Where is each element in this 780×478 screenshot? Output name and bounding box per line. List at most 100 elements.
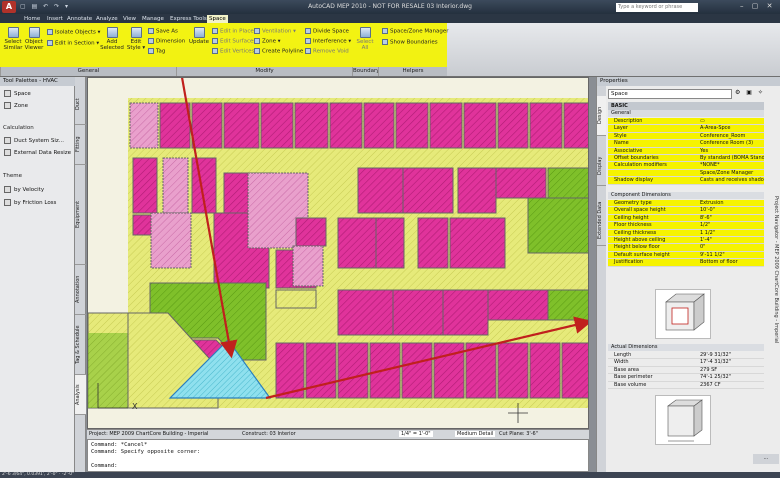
property-value[interactable]: 74'-1 25/32": [700, 374, 731, 380]
properties-resize-grip[interactable]: ⋯: [753, 454, 779, 464]
tab-extended-data[interactable]: Extended Data: [597, 196, 606, 246]
interference-button[interactable]: Interference ▾: [305, 38, 351, 45]
property-row[interactable]: Geometry type Extrusion: [608, 200, 764, 208]
palette-tab-equipment[interactable]: Equipment: [75, 165, 86, 265]
property-value[interactable]: By standard (BOMA Standa...: [700, 155, 764, 161]
property-row[interactable]: Shadow display Casts and receives shadows: [608, 177, 764, 185]
edit-vertices-button[interactable]: Edit Vertices: [212, 48, 254, 55]
palette-tab-tag-schedule[interactable]: Tag & Schedule: [75, 315, 86, 375]
property-row[interactable]: Offset boundaries By standard (BOMA Stand…: [608, 155, 764, 163]
remove-void-button[interactable]: Remove Void: [305, 48, 349, 55]
show-boundaries-button[interactable]: Show Boundaries: [382, 39, 438, 46]
scale-dropdown[interactable]: 1/4" = 1'-0": [399, 431, 433, 437]
palette-tab-duct[interactable]: Duct: [75, 85, 86, 125]
palette-item-duct-system-size[interactable]: Duct System Siz...: [4, 137, 64, 144]
tab-home[interactable]: Home: [22, 15, 42, 23]
dimension-button[interactable]: Dimension: [148, 38, 185, 45]
window-controls[interactable]: – ▢ ✕: [740, 2, 775, 10]
property-row[interactable]: Length 29'-9 31/32": [608, 352, 764, 360]
zone-button[interactable]: Zone ▾: [254, 38, 281, 45]
palette-tab-fitting[interactable]: Fitting: [75, 125, 86, 165]
search-input[interactable]: Type a keyword or phrase: [616, 3, 698, 12]
detail-level-dropdown[interactable]: Medium Detail: [455, 431, 496, 437]
edit-surfaces-button[interactable]: Edit Surfaces: [212, 38, 256, 45]
section-basic[interactable]: BASIC: [608, 102, 764, 110]
property-value[interactable]: ▭: [700, 118, 705, 124]
tag-button[interactable]: Tag: [148, 48, 165, 55]
property-row[interactable]: Description ▭: [608, 118, 764, 126]
palette-item-zone[interactable]: Zone: [4, 102, 28, 109]
property-value[interactable]: 17'-4 31/32": [700, 359, 731, 365]
property-row[interactable]: Style Conference_Room: [608, 132, 764, 141]
property-row[interactable]: Ceiling thickness 1 1/2": [608, 229, 764, 237]
tab-manage[interactable]: Manage: [140, 15, 166, 23]
tab-insert[interactable]: Insert: [45, 15, 65, 23]
property-value[interactable]: 29'-9 31/32": [700, 352, 731, 358]
tab-view[interactable]: View: [121, 15, 138, 23]
create-polyline-button[interactable]: Create Polyline: [254, 48, 303, 55]
property-value[interactable]: 8'-6": [700, 215, 712, 221]
tab-display[interactable]: Display: [597, 146, 606, 186]
property-value[interactable]: Conference_Room: [700, 133, 745, 139]
save-as-button[interactable]: Save As: [148, 28, 178, 35]
palette-tab-annotation[interactable]: Annotation: [75, 265, 86, 315]
property-value[interactable]: Yes: [700, 148, 708, 154]
property-value[interactable]: 2367 CF: [700, 382, 721, 388]
isolate-objects-button[interactable]: Isolate Objects ▾: [47, 29, 100, 36]
property-value[interactable]: 9'-11 1/2": [700, 252, 725, 258]
property-row[interactable]: Default surface height 9'-11 1/2": [608, 251, 764, 260]
tab-express-tools[interactable]: Express Tools: [168, 15, 209, 23]
property-row[interactable]: Calculation modifiers *NONE*: [608, 162, 764, 170]
property-value[interactable]: 10'-0": [700, 207, 715, 213]
property-row[interactable]: Base perimeter 74'-1 25/32": [608, 374, 764, 382]
palette-item-by-velocity[interactable]: by Velocity: [4, 186, 44, 193]
command-line[interactable]: Command: *Cancel* Command: Specify oppos…: [87, 439, 589, 472]
cut-plane-label[interactable]: Cut Plane: 3'-6": [499, 431, 538, 437]
add-selected-button[interactable]: Add Selected: [100, 27, 124, 51]
object-type-dropdown[interactable]: Space: [608, 89, 732, 99]
section-general[interactable]: General: [608, 110, 764, 117]
edit-style-button[interactable]: Edit Style ▾: [124, 27, 148, 51]
ventilation-button[interactable]: Ventilation ▾: [254, 28, 296, 35]
palette-item-space[interactable]: Space: [4, 90, 31, 97]
palette-item-by-friction-loss[interactable]: by Friction Loss: [4, 199, 56, 206]
property-row[interactable]: Ceiling height 8'-6": [608, 214, 764, 223]
property-row[interactable]: Justification Bottom of floor: [608, 259, 764, 267]
quick-select-icon[interactable]: ⚙ ▣ ✧: [735, 89, 765, 96]
property-row[interactable]: Layer A-Area-Spce: [608, 125, 764, 133]
property-row[interactable]: Width 17'-4 31/32": [608, 359, 764, 367]
property-row[interactable]: Base area 279 SF: [608, 367, 764, 375]
property-row[interactable]: Space/Zone Manager: [608, 169, 764, 178]
select-all-button[interactable]: Select All: [353, 27, 377, 51]
property-row[interactable]: Overall space height 10'-0": [608, 207, 764, 215]
property-value[interactable]: 1/2": [700, 222, 710, 228]
edit-in-place-button[interactable]: Edit in Place: [212, 28, 254, 35]
section-actual-dimensions[interactable]: Actual Dimensions: [608, 344, 764, 351]
palette-tab-analysis[interactable]: Analysis: [75, 375, 86, 415]
drawing-canvas[interactable]: X: [87, 77, 589, 429]
property-value[interactable]: Bottom of floor: [700, 259, 738, 265]
property-value[interactable]: Casts and receives shadows: [700, 177, 764, 183]
edit-in-section-button[interactable]: Edit in Section ▾: [47, 40, 99, 47]
property-row[interactable]: Base volume 2367 CF: [608, 382, 764, 389]
property-value[interactable]: Conference Room (3): [700, 140, 753, 146]
palette-item-external-data-resize[interactable]: External Data Resize: [4, 149, 71, 156]
update-button[interactable]: Update: [187, 27, 211, 45]
property-value[interactable]: 1 1/2": [700, 230, 715, 236]
property-row[interactable]: Floor thickness 1/2": [608, 222, 764, 230]
property-value[interactable]: A-Area-Spce: [700, 125, 731, 131]
section-component-dimensions[interactable]: Component Dimensions: [608, 192, 764, 199]
tab-space[interactable]: Space: [207, 15, 228, 23]
tab-design[interactable]: Design: [597, 96, 606, 136]
property-value[interactable]: Extrusion: [700, 200, 724, 206]
property-row[interactable]: Height above ceiling 1'-4": [608, 237, 764, 245]
space-zone-manager-button[interactable]: Space/Zone Manager: [382, 28, 448, 35]
tab-analyze[interactable]: Analyze: [94, 15, 120, 23]
object-viewer-button[interactable]: Object Viewer: [22, 27, 46, 51]
property-value[interactable]: *NONE*: [700, 162, 720, 168]
property-value[interactable]: 0": [700, 244, 705, 250]
property-value[interactable]: Space/Zone Manager: [700, 170, 753, 176]
divide-space-button[interactable]: Divide Space: [305, 28, 349, 35]
command-prompt[interactable]: Command:: [91, 463, 585, 470]
property-row[interactable]: Name Conference Room (3): [608, 140, 764, 148]
